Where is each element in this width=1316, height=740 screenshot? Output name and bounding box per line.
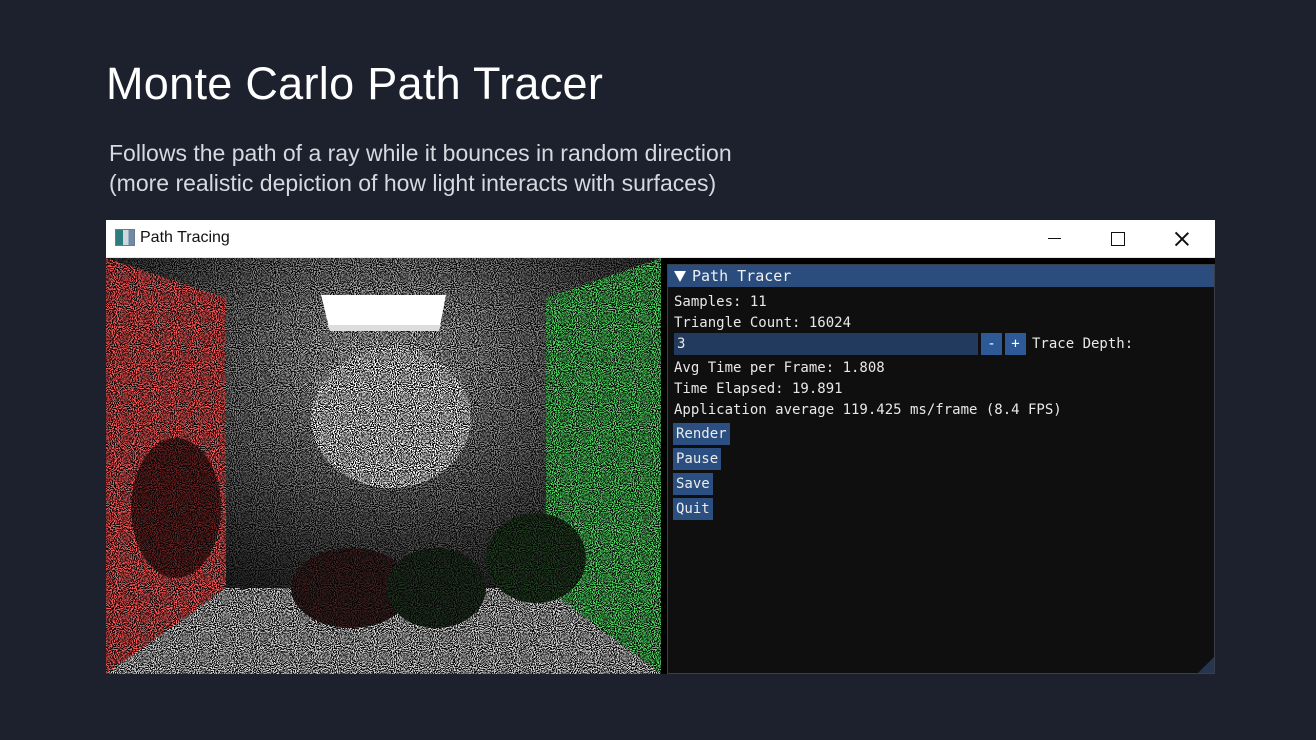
resize-grip-icon[interactable] [1198,657,1214,673]
window-titlebar[interactable]: Path Tracing [106,220,1215,258]
time-elapsed-text: Time Elapsed: 19.891 [674,381,843,397]
trace-depth-row: 3 - + Trace Depth: [674,333,1133,355]
maximize-button[interactable] [1087,220,1149,257]
collapse-triangle-icon[interactable] [674,270,686,282]
path-tracing-window: Path Tracing Path Tracer Samples: 11 Tri… [106,220,1215,674]
decrement-button[interactable]: - [981,333,1002,355]
path-tracer-panel: Path Tracer Samples: 11 Triangle Count: … [667,264,1215,674]
pause-button[interactable]: Pause [673,448,722,470]
save-button[interactable]: Save [673,473,713,495]
slide-title: Monte Carlo Path Tracer [106,58,604,109]
panel-header[interactable]: Path Tracer [668,265,1214,287]
panel-title: Path Tracer [692,267,792,285]
window-title: Path Tracing [140,229,230,246]
triangle-count-text: Triangle Count: 16024 [674,315,852,331]
trace-depth-input[interactable]: 3 [674,333,978,355]
trace-depth-label: Trace Depth: [1032,336,1134,352]
subtitle-line-1: Follows the path of a ray while it bounc… [109,140,732,166]
maximize-icon [1111,231,1125,246]
close-icon [1175,232,1189,246]
rendered-scene-image [106,258,661,674]
render-viewport[interactable] [106,258,661,674]
avg-time-text: Avg Time per Frame: 1.808 [674,360,885,376]
close-button[interactable] [1151,220,1213,257]
app-icon [115,229,135,246]
subtitle-line-2: (more realistic depiction of how light i… [109,170,717,196]
minimize-button[interactable] [1023,220,1085,257]
samples-text: Samples: 11 [674,294,767,310]
app-average-text: Application average 119.425 ms/frame (8.… [674,402,1062,418]
quit-button[interactable]: Quit [673,498,713,520]
render-button[interactable]: Render [673,423,730,445]
slide-subtitle: Follows the path of a ray while it bounc… [109,138,732,198]
minimize-icon [1047,238,1061,239]
increment-button[interactable]: + [1005,333,1026,355]
